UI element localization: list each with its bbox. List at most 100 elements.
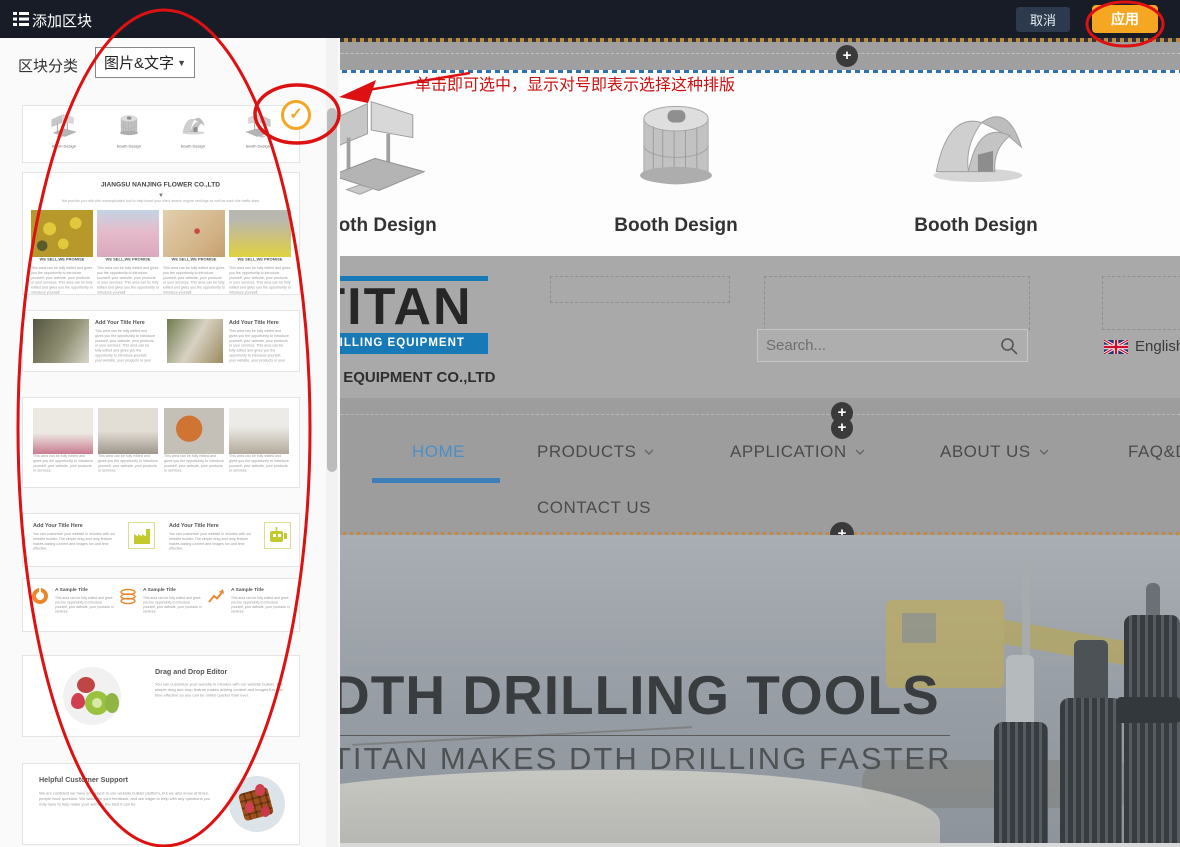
booth-item-label: Booth Design — [891, 215, 1061, 237]
interior-photo — [33, 408, 93, 454]
mini-booth-label: Booth Design — [164, 144, 222, 149]
kitchen-photo — [33, 319, 89, 363]
template-card-feature[interactable]: Add Your Title Here You can customize yo… — [22, 513, 300, 567]
card-title: JIANGSU NANJING FLOWER CO.,LTD — [31, 181, 290, 188]
drill-collar-image — [1117, 697, 1180, 723]
column-body: This area can be fully edited and gives … — [164, 454, 224, 473]
search-icon[interactable] — [1000, 337, 1019, 356]
flower-photo — [31, 210, 93, 257]
nav-faq[interactable]: FAQ&D — [1128, 442, 1180, 462]
cancel-button[interactable]: 取消 — [1016, 7, 1070, 32]
interior-photo — [98, 408, 158, 454]
robot-icon — [264, 522, 291, 549]
nav-label: APPLICATION — [730, 442, 847, 462]
nav-about[interactable]: ABOUT US — [940, 442, 1049, 462]
placeholder-box — [1102, 276, 1180, 330]
column-heading: A Sample Title — [55, 587, 115, 592]
nav-application[interactable]: APPLICATION — [730, 442, 865, 462]
column-heading: WE SELL,WE PROMISE — [97, 257, 159, 262]
nav-label: PRODUCTS — [537, 442, 636, 462]
scrollbar-thumb[interactable] — [327, 108, 337, 472]
template-card-flower[interactable]: JIANGSU NANJING FLOWER CO.,LTD ▼ We prov… — [22, 172, 300, 295]
template-card-interior[interactable]: This area can be fully edited and gives … — [22, 397, 300, 488]
insert-block-button-top[interactable]: + — [836, 45, 858, 67]
column-heading: WE SELL,WE PROMISE — [31, 257, 93, 262]
column-body: This area can be fully edited and gives … — [163, 266, 225, 295]
drill-shank-image — [1074, 640, 1108, 702]
card-subtitle: We provide you with this uncomplicated t… — [31, 199, 291, 203]
category-label: 区块分类 — [18, 55, 78, 76]
drill-tip-image — [1146, 583, 1160, 619]
column-body: This area can be fully edited and gives … — [231, 596, 291, 614]
kitchen-photo — [167, 319, 223, 363]
column-body: This area can be fully edited and gives … — [143, 596, 203, 614]
chevron-down-icon — [855, 449, 865, 455]
insert-block-button[interactable]: + — [831, 417, 853, 439]
mini-booth-label: Booth Design — [100, 144, 158, 149]
chevron-down-icon — [1039, 449, 1049, 455]
sidebar-scrollbar[interactable] — [326, 38, 338, 847]
column-heading: Add Your Title Here — [33, 522, 120, 528]
column-body: This area can be fully edited and gives … — [33, 454, 93, 473]
coins-icon — [119, 587, 137, 605]
booth-structure-icon — [49, 113, 79, 139]
mini-booth-label: Booth Design — [229, 144, 287, 149]
card-heading: Helpful Customer Support — [39, 776, 211, 784]
booth-item: Booth Design — [591, 96, 761, 237]
language-selector[interactable]: English — [1104, 338, 1180, 355]
uk-flag-icon — [1104, 340, 1128, 354]
refresh-circle-icon — [31, 587, 49, 605]
apply-button[interactable]: 应用 — [1092, 5, 1158, 33]
placeholder-box — [550, 276, 730, 303]
interior-photo — [229, 408, 289, 454]
add-block-panel: 区块分类 图片&文字 ▼ Booth Design Booth Design B… — [0, 38, 340, 847]
template-card-booth[interactable]: Booth Design Booth Design Booth Design B… — [22, 105, 300, 163]
builder-window: + Booth Design Booth Design Booth Design… — [0, 0, 1180, 847]
selected-check-icon: ✓ — [281, 100, 311, 130]
template-card-support[interactable]: Helpful Customer Support We are confiden… — [22, 763, 300, 845]
booth-structure-icon — [243, 113, 273, 139]
template-card-editor[interactable]: Drag and Drop Editor You can customize y… — [22, 655, 300, 737]
interior-photo — [164, 408, 224, 454]
column-body: This area can be fully edited and gives … — [98, 454, 158, 473]
nav-contact[interactable]: CONTACT US — [537, 498, 651, 518]
drill-bit-image — [1060, 698, 1122, 843]
mini-booth-label: Booth Design — [35, 144, 93, 149]
search-input[interactable] — [766, 330, 986, 361]
template-card-kitchen[interactable]: Add Your Title Here This area can be ful… — [22, 310, 300, 372]
caret-down-icon: ▼ — [177, 58, 186, 68]
column-body: This area can be fully edited and gives … — [229, 454, 289, 473]
placeholder-box — [764, 276, 1030, 330]
column-heading: Add Your Title Here — [169, 522, 256, 528]
column-body: You can customize your website in minute… — [33, 532, 120, 551]
nav-home[interactable]: HOME — [412, 442, 465, 462]
drill-bit-image — [1124, 615, 1180, 843]
card-body: You can customize your website in minute… — [155, 682, 289, 698]
template-card-sample[interactable]: A Sample Title This area can be fully ed… — [22, 578, 300, 632]
nav-label: HOME — [412, 442, 465, 462]
column-heading: A Sample Title — [143, 587, 203, 592]
booth-cylinder-icon — [612, 96, 740, 200]
nav-products[interactable]: PRODUCTS — [537, 442, 654, 462]
active-nav-underline — [372, 478, 500, 483]
search-box — [757, 329, 1028, 362]
block-category-select[interactable]: 图片&文字 ▼ — [95, 47, 195, 78]
nav-label: ABOUT US — [940, 442, 1031, 462]
column-body: This area can be fully edited and gives … — [229, 266, 291, 295]
column-body: This area can be fully edited and gives … — [95, 329, 155, 363]
nav-label: CONTACT US — [537, 498, 651, 518]
column-body: You can customize your website in minute… — [169, 532, 256, 551]
nav-label: FAQ&D — [1128, 442, 1180, 462]
column-heading: WE SELL,WE PROMISE — [229, 257, 291, 262]
language-label: English — [1135, 338, 1180, 355]
booth-item-label: Booth Design — [591, 215, 761, 237]
category-value: 图片&文字 — [104, 52, 174, 73]
column-body: This area can be fully edited and gives … — [229, 329, 289, 363]
card-heading: Drag and Drop Editor — [155, 668, 289, 676]
panel-title: 添加区块 — [32, 10, 92, 31]
column-body: This area can be fully edited and gives … — [97, 266, 159, 295]
flower-photo — [229, 210, 291, 257]
card-body: We are confident we have an easiest to u… — [39, 791, 211, 807]
column-heading: Add Your Title Here — [95, 319, 155, 325]
fruit-photo — [63, 667, 121, 725]
